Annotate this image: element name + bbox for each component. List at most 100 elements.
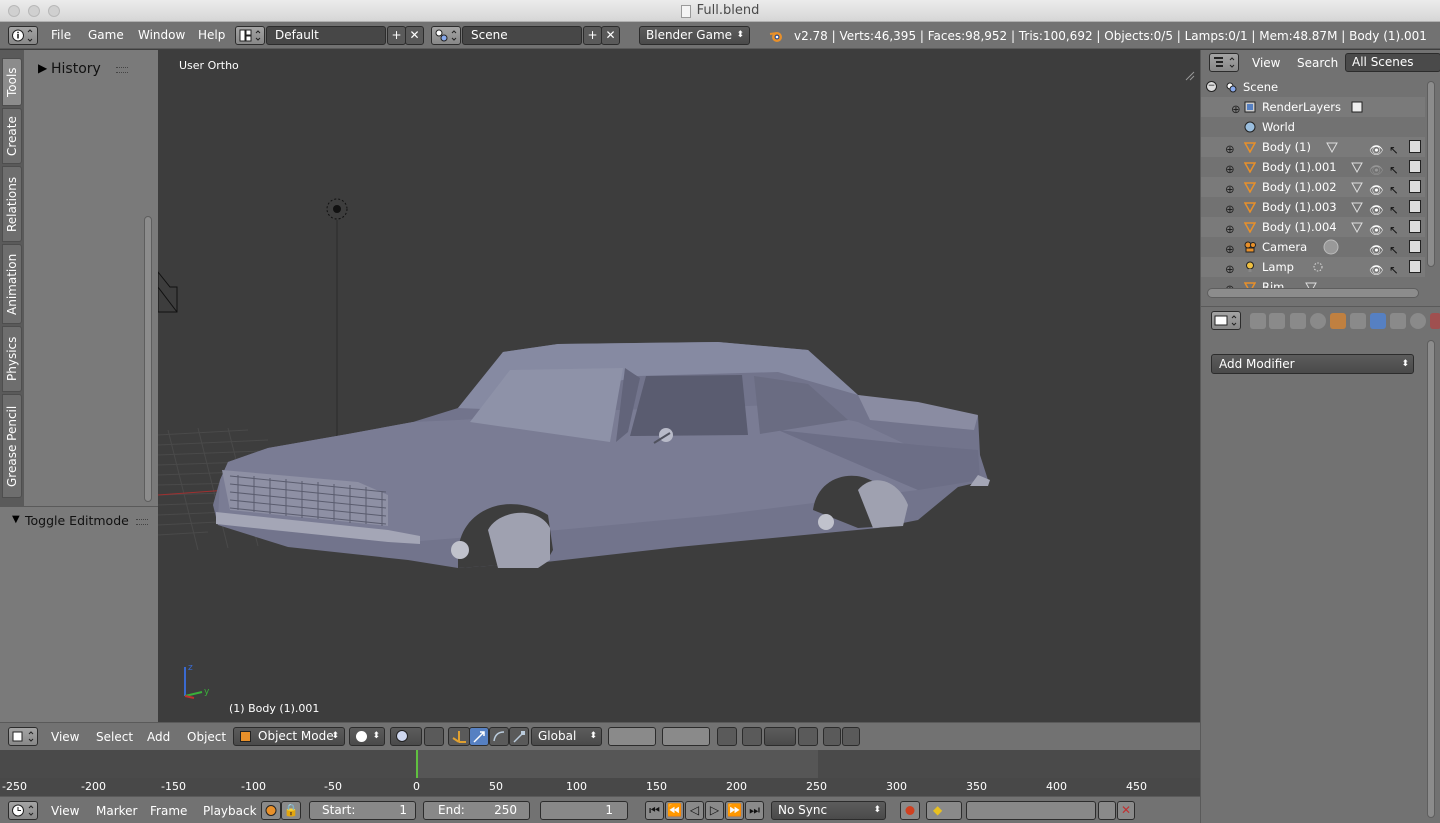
renderability-camera-icon[interactable] <box>1409 240 1421 253</box>
tab-create[interactable]: Create <box>2 108 22 164</box>
scene-layers-grid-2[interactable] <box>662 727 710 746</box>
renderability-camera-icon[interactable] <box>1409 180 1421 193</box>
tool-shelf-scrollbar[interactable] <box>144 216 152 502</box>
editor-type-info-button[interactable] <box>8 26 38 45</box>
pivot-point-select[interactable] <box>390 727 422 746</box>
preview-range-button[interactable] <box>261 801 281 820</box>
tab-grease-pencil[interactable]: Grease Pencil <box>2 394 22 498</box>
outliner-item-body-1[interactable]: ⊕ Body (1) 👁 ↖ <box>1201 137 1425 157</box>
proportional-edit-button[interactable] <box>742 727 762 746</box>
expand-icon[interactable]: ⊕ <box>1225 159 1235 179</box>
history-panel-header[interactable]: History <box>51 61 101 77</box>
minimize-window-button[interactable] <box>28 5 40 17</box>
constraints-tab-icon[interactable] <box>1350 313 1366 329</box>
outliner-item-body-1-004[interactable]: ⊕ Body (1).004 👁 ↖ <box>1201 217 1425 237</box>
record-keyframes-button[interactable] <box>900 801 920 820</box>
renderability-camera-icon[interactable] <box>1409 160 1421 173</box>
editor-type-3dview-button[interactable] <box>8 727 38 746</box>
manipulator-center-button[interactable] <box>424 727 444 746</box>
scene-field[interactable]: Scene <box>462 26 582 45</box>
scene-tab-icon[interactable] <box>1290 313 1306 329</box>
insert-keyframe-button[interactable] <box>1098 801 1116 820</box>
properties-scrollbar[interactable] <box>1427 340 1435 818</box>
visibility-eye-icon[interactable]: 👁 <box>1369 180 1384 197</box>
viewport-shading-select[interactable]: ⬍ <box>349 727 385 746</box>
screen-layout-field[interactable]: Default <box>266 26 386 45</box>
outliner-item-body-1-003[interactable]: ⊕ Body (1).003 👁 ↖ <box>1201 197 1425 217</box>
expand-icon[interactable]: ⊕ <box>1225 219 1235 239</box>
tab-physics[interactable]: Physics <box>2 326 22 392</box>
render-layers-tab-icon[interactable] <box>1269 313 1285 329</box>
3d-viewport[interactable]: User Ortho z y (1) Body (1).001 <box>158 50 1200 722</box>
screen-layout-icon-button[interactable] <box>235 26 265 45</box>
outliner-vertical-scrollbar[interactable] <box>1427 81 1435 267</box>
add-modifier-select[interactable]: Add Modifier ⬍ <box>1211 354 1414 374</box>
add-layout-button[interactable]: + <box>387 26 406 45</box>
delete-keyframe-button[interactable]: ✕ <box>1117 801 1135 820</box>
opengl-render-button[interactable] <box>823 727 841 746</box>
menu-file[interactable]: File <box>51 28 71 42</box>
current-frame-field[interactable]: 1 <box>540 801 628 820</box>
mesh-data-tab-icon[interactable] <box>1390 313 1406 329</box>
visibility-eye-icon[interactable]: 👁 <box>1369 220 1384 237</box>
toggle-editmode-header[interactable]: Toggle Editmode <box>25 513 129 528</box>
menu-timeline-view[interactable]: View <box>51 804 79 818</box>
selectability-cursor-icon[interactable]: ↖ <box>1389 240 1401 257</box>
renderability-camera-icon[interactable] <box>1409 200 1421 213</box>
object-tab-icon[interactable] <box>1330 313 1346 329</box>
tab-tools[interactable]: Tools <box>2 58 22 106</box>
jump-start-button[interactable]: ⏮ <box>645 801 664 820</box>
expand-arrow-icon[interactable]: ▶ <box>38 61 47 75</box>
outliner-display-mode-select[interactable]: All Scenes <box>1345 53 1440 72</box>
zoom-window-button[interactable] <box>48 5 60 17</box>
scale-manipulator-button[interactable] <box>509 727 529 746</box>
play-button[interactable]: ▷ <box>705 801 724 820</box>
outliner-item-lamp[interactable]: ⊕ Lamp 👁 ↖ <box>1201 257 1425 277</box>
translate-manipulator-button[interactable] <box>469 727 489 746</box>
panel-grip-icon[interactable] <box>136 519 148 525</box>
visibility-eye-icon[interactable]: 👁 <box>1369 140 1384 157</box>
render-engine-select[interactable]: Blender Game ⬍ <box>639 26 750 45</box>
panel-grip-icon[interactable] <box>116 67 128 73</box>
collapse-arrow-icon[interactable]: ▼ <box>12 514 20 525</box>
editor-type-outliner-button[interactable] <box>1209 53 1239 72</box>
visibility-eye-icon[interactable]: 👁 <box>1369 260 1384 277</box>
timeline-editor[interactable]: -250 -200 -150 -100 -50 0 50 100 150 200… <box>0 750 1200 796</box>
menu-window[interactable]: Window <box>138 28 185 42</box>
selectability-cursor-icon[interactable]: ↖ <box>1389 260 1401 277</box>
outliner-menu-view[interactable]: View <box>1252 56 1280 70</box>
prev-keyframe-button[interactable]: ⏪ <box>665 801 684 820</box>
delete-scene-button[interactable]: ✕ <box>601 26 620 45</box>
start-frame-field[interactable]: Start: 1 <box>309 801 416 820</box>
world-tab-icon[interactable] <box>1310 313 1326 329</box>
snap-element-select[interactable] <box>764 727 796 746</box>
menu-select[interactable]: Select <box>96 730 133 744</box>
add-scene-button[interactable]: + <box>583 26 602 45</box>
menu-marker[interactable]: Marker <box>96 804 137 818</box>
play-reverse-button[interactable]: ◁ <box>685 801 704 820</box>
snap-toggle-button[interactable] <box>798 727 818 746</box>
render-tab-icon[interactable] <box>1250 313 1266 329</box>
opengl-animation-button[interactable] <box>842 727 860 746</box>
expand-icon[interactable]: ⊕ <box>1225 179 1235 199</box>
editor-type-timeline-button[interactable] <box>8 801 38 820</box>
selectability-cursor-icon[interactable]: ↖ <box>1389 140 1401 157</box>
menu-object[interactable]: Object <box>187 730 226 744</box>
modifiers-tab-wrench-icon[interactable] <box>1370 313 1386 329</box>
next-keyframe-button[interactable]: ⏩ <box>725 801 744 820</box>
visibility-eye-icon[interactable]: 👁 <box>1369 160 1384 177</box>
material-tab-icon[interactable] <box>1410 313 1426 329</box>
expand-icon[interactable]: ⊕ <box>1225 239 1235 259</box>
manipulator-toggle-button[interactable] <box>448 727 470 746</box>
menu-help[interactable]: Help <box>198 28 225 42</box>
timeline-track-area[interactable] <box>0 750 1200 778</box>
menu-playback[interactable]: Playback <box>203 804 257 818</box>
menu-game[interactable]: Game <box>88 28 124 42</box>
scene-layers-grid-1[interactable] <box>608 727 656 746</box>
current-frame-cursor[interactable] <box>416 750 418 778</box>
renderability-camera-icon[interactable] <box>1409 220 1421 233</box>
interaction-mode-select[interactable]: Object Mode ⬍ <box>233 727 345 746</box>
lock-camera-layers-button[interactable] <box>717 727 737 746</box>
menu-add[interactable]: Add <box>147 730 170 744</box>
delete-layout-button[interactable]: ✕ <box>405 26 424 45</box>
